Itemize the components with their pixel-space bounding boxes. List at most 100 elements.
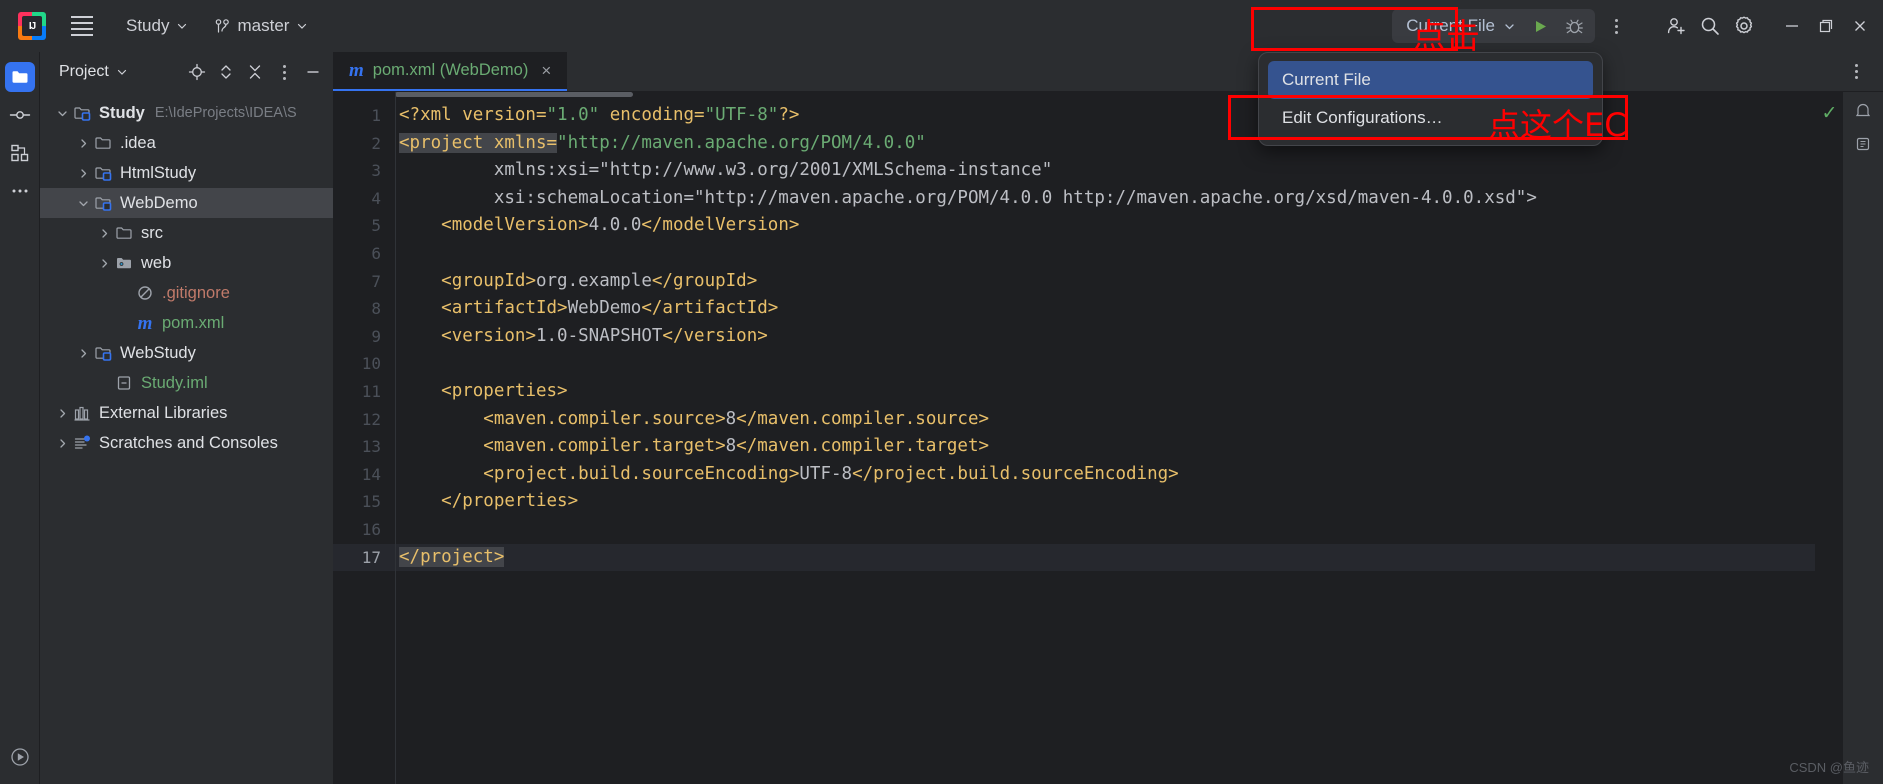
tree-item-label: Scratches and Consoles [99,433,278,452]
main-menu-button[interactable] [62,6,102,46]
code-line[interactable] [396,516,1815,544]
select-opened-file-button[interactable] [183,58,211,86]
code-line[interactable]: </properties> [396,488,1815,516]
settings-button[interactable] [1727,9,1761,43]
structure-tool-button[interactable] [5,138,35,168]
run-widget: Current File [1392,9,1595,43]
chevron-down-icon [176,20,188,32]
hide-panel-button[interactable] [299,58,327,86]
chevron-right-icon[interactable] [94,257,114,270]
more-vertical-icon [282,64,286,80]
line-number: 3 [371,161,381,181]
debug-button[interactable] [1557,9,1591,43]
more-tool-button[interactable] [5,176,35,206]
run-tool-button[interactable] [5,742,35,772]
tree-item-gitignore[interactable]: .gitignore [40,278,333,308]
tree-item-src[interactable]: src [40,218,333,248]
chevron-down-icon[interactable] [73,197,93,210]
project-options-button[interactable] [270,58,298,86]
notifications-tool-button[interactable] [1854,102,1872,125]
code-line[interactable]: <version>1.0-SNAPSHOT</version> [396,323,1815,351]
line-number: 8 [371,299,381,319]
code-editor[interactable]: <?xml version="1.0" encoding="UTF-8"?> <p… [395,92,1815,784]
tree-item-label: WebDemo [120,193,198,212]
project-tool-button[interactable] [4,62,35,92]
more-actions-button[interactable] [1599,9,1633,43]
chevron-right-icon[interactable] [73,347,93,360]
tree-item-htmlstudy[interactable]: HtmlStudy [40,158,333,188]
close-window-button[interactable] [1843,9,1877,43]
vcs-branch-icon [214,18,230,34]
run-configuration-dropdown[interactable]: Current File Edit Configurations… [1258,52,1603,146]
tree-item-webstudy[interactable]: WebStudy [40,338,333,368]
run-config-item-current-file[interactable]: Current File [1268,61,1593,99]
editor-tab-pom-xml[interactable]: m pom.xml (WebDemo) × [333,52,568,91]
scratches-icon [72,434,92,452]
run-button[interactable] [1523,9,1557,43]
project-selector[interactable]: Study [116,10,198,42]
editor-tabs-options-button[interactable] [1839,55,1873,89]
code-line[interactable] [396,240,1815,268]
tree-item-webdemo[interactable]: WebDemo [40,188,333,218]
tree-item-label: Study.iml [141,373,208,392]
line-number: 4 [371,188,381,208]
chevron-down-icon[interactable] [52,107,72,120]
editor-tab-label: pom.xml (WebDemo) [372,61,529,79]
code-line[interactable]: <groupId>org.example</groupId> [396,268,1815,296]
chevron-right-icon[interactable] [52,407,72,420]
commit-tool-button[interactable] [5,100,35,130]
maximize-window-button[interactable] [1809,9,1843,43]
code-line[interactable]: <artifactId>WebDemo</artifactId> [396,295,1815,323]
collapse-all-button[interactable] [241,58,269,86]
chevron-right-icon[interactable] [52,437,72,450]
line-number: 15 [361,492,381,512]
tree-item-study-iml[interactable]: Study.iml [40,368,333,398]
line-number: 2 [371,133,381,153]
minimize-window-button[interactable] [1775,9,1809,43]
logo-text: IJ [22,16,42,36]
line-number: 16 [361,519,381,539]
code-line[interactable]: </project> [396,543,1815,572]
tree-item-web[interactable]: web [40,248,333,278]
code-line[interactable] [396,350,1815,378]
line-number-gutter: 1 2 3 4 5 6 7 8 9 10 11 12 13 14 15 16 17 [333,92,395,784]
editor-tabs-actions [1839,52,1883,91]
expand-collapse-button[interactable] [212,58,240,86]
chevron-right-icon[interactable] [73,137,93,150]
project-tree[interactable]: Study E:\IdeProjects\IDEA\S .idea HtmlStudy… [40,92,333,784]
module-folder-icon [93,194,113,212]
project-view-selector[interactable]: Project [54,60,133,84]
inspection-ok-icon[interactable]: ✓ [1822,102,1838,125]
tabs-spacer [567,52,1839,91]
branch-selector[interactable]: master [204,10,318,42]
close-tab-icon[interactable]: × [537,59,555,83]
add-user-button[interactable] [1659,9,1693,43]
tree-item-study[interactable]: Study E:\IdeProjects\IDEA\S [40,98,333,128]
editor-area: m pom.xml (WebDemo) × 1 2 3 4 5 6 7 8 9 10 11 12 13 1… [333,52,1883,784]
maven-icon: m [137,312,153,334]
code-line[interactable]: xmlns:xsi="http://www.w3.org/2001/XMLSch… [396,157,1815,185]
tree-item-pom-xml[interactable]: m pom.xml [40,308,333,338]
line-number: 1 [371,106,381,125]
stripe-bottom-group [5,742,35,772]
run-config-item-edit-configurations[interactable]: Edit Configurations… [1268,99,1593,137]
maven-tool-button[interactable] [1854,135,1872,158]
tree-item-external-libraries[interactable]: External Libraries [40,398,333,428]
chevron-right-icon[interactable] [73,167,93,180]
code-line[interactable]: <maven.compiler.source>8</maven.compiler… [396,406,1815,434]
chevron-right-icon[interactable] [94,227,114,240]
project-panel-title: Project [59,63,109,80]
more-vertical-icon [1854,64,1858,79]
run-configuration-selector[interactable]: Current File [1406,16,1523,36]
tree-item-scratches-and-consoles[interactable]: Scratches and Consoles [40,428,333,458]
watermark: CSDN @鱼迹 [1789,760,1869,775]
code-line[interactable]: <project.build.sourceEncoding>UTF-8</pro… [396,461,1815,489]
tree-item-idea[interactable]: .idea [40,128,333,158]
search-everywhere-button[interactable] [1693,9,1727,43]
code-line[interactable]: <properties> [396,378,1815,406]
line-number: 5 [371,216,381,236]
code-line[interactable]: <modelVersion>4.0.0</modelVersion> [396,212,1815,240]
intellij-logo-icon: IJ [18,12,46,40]
code-line[interactable]: xsi:schemaLocation="http://maven.apache.… [396,185,1815,213]
code-line[interactable]: <maven.compiler.target>8</maven.compiler… [396,433,1815,461]
